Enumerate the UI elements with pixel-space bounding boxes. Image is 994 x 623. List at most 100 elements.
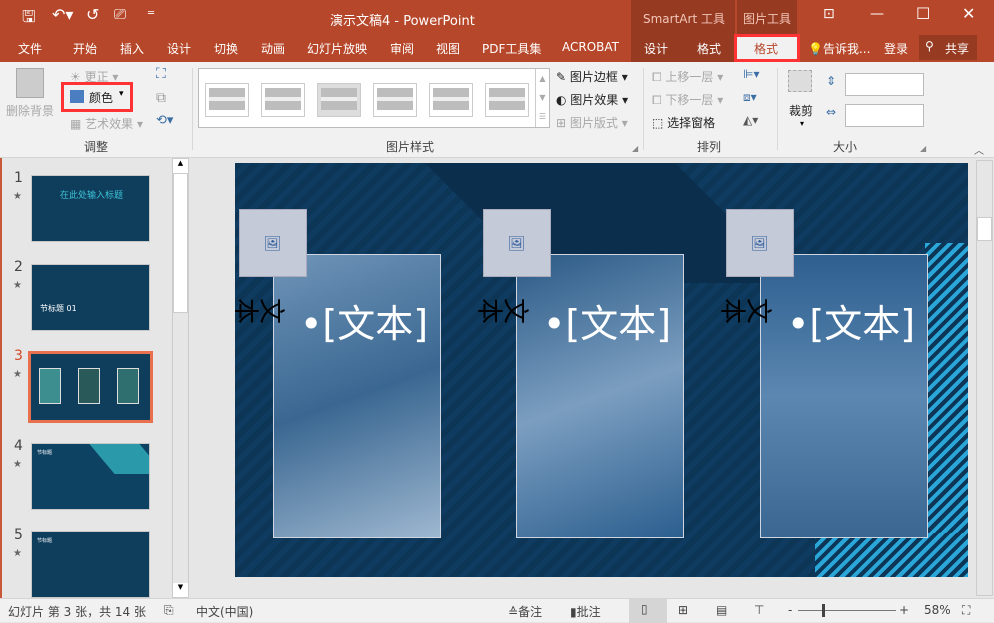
zoom-slider-thumb[interactable] [822,604,825,617]
slide-sorter-icon[interactable]: ⊞ [678,603,688,617]
slide-thumbnail-3[interactable] [28,351,153,423]
picture-styles-group-label: 图片样式 [386,140,435,154]
login-link[interactable]: 登录 [884,40,908,57]
slide-scrollbar[interactable] [976,160,993,596]
slide-thumbnail-1[interactable]: 在此处输入标题 [31,175,150,242]
style-option[interactable] [485,83,529,117]
icon-placeholder[interactable]: 🖼 [726,209,794,277]
reading-view-icon[interactable]: ▤ [716,603,727,617]
language-indicator[interactable]: 中文(中国) [196,603,253,620]
tab-animations[interactable]: 动画 [261,40,285,57]
maximize-icon[interactable]: ☐ [916,4,930,23]
artistic-effects-button[interactable]: ▦ 艺术效果 ▾ [70,115,143,132]
dialog-launcher-icon[interactable]: ◢ [632,144,638,153]
crop-button[interactable]: 裁剪 [789,102,813,119]
icon-placeholder[interactable]: 🖼 [239,209,307,277]
tab-acrobat[interactable]: ACROBAT [562,40,619,54]
vertical-text[interactable]: 文本 [478,291,530,328]
tab-file[interactable]: 文件 [18,40,42,57]
picture-placeholder[interactable]: •[文本] [760,254,928,538]
minimize-icon[interactable]: — [870,6,884,22]
ribbon-display-icon[interactable]: ⊡ [823,6,835,22]
spellcheck-icon[interactable]: ⎘ [164,603,174,618]
zoom-level[interactable]: 58% [924,603,951,617]
style-option[interactable] [261,83,305,117]
tab-picture-format[interactable]: 格式 [734,34,800,62]
change-picture-icon[interactable]: ⧉ [156,90,166,106]
text-placeholder[interactable]: •[文本] [300,293,428,348]
undo-icon[interactable]: ↶▾ [52,5,73,24]
collapse-ribbon-icon[interactable]: ︿ [974,142,984,157]
picture-icon: 🖼 [263,236,282,253]
tab-smartart-design[interactable]: 设计 [644,40,668,57]
selection-pane-button[interactable]: ⬚ 选择窗格 [652,114,715,131]
color-button[interactable]: 颜色 ▾ [61,82,133,112]
send-backward-button[interactable]: ⧠ 下移一层 ▾ [652,91,723,108]
tab-smartart-format[interactable]: 格式 [697,40,721,57]
vertical-text[interactable]: 文本 [235,291,286,328]
tab-review[interactable]: 审阅 [390,40,414,57]
slide-number: 2 [14,259,23,275]
scroll-down-icon[interactable]: ▼ [173,583,188,597]
save-icon[interactable]: 🖫 [22,6,36,33]
redo-icon[interactable]: ↺ [86,5,99,24]
tab-design[interactable]: 设计 [167,40,191,57]
slide-thumbnail-2[interactable]: 节标题 01 [31,264,150,331]
picture-effects-button[interactable]: ◐ 图片效果 ▾ [556,91,628,108]
style-option[interactable] [429,83,473,117]
scroll-thumb[interactable] [173,173,188,313]
size-dialog-launcher-icon[interactable]: ◢ [920,144,926,153]
remove-background-button[interactable]: 删除背景 [6,102,54,119]
style-option[interactable] [373,83,417,117]
style-option[interactable] [205,83,249,117]
align-icon[interactable]: ⊫▾ [743,67,759,81]
picture-placeholder[interactable]: •[文本] [273,254,441,538]
height-input[interactable] [845,73,924,96]
tell-me-search[interactable]: 💡告诉我... [808,40,870,57]
comments-button[interactable]: ▮批注 [570,603,601,620]
scroll-up-icon[interactable]: ▲ [173,159,188,173]
present-icon[interactable]: ⎚ [114,5,126,23]
icon-placeholder[interactable]: 🖼 [483,209,551,277]
size-group-label: 大小 [833,140,858,154]
tab-pdf-tools[interactable]: PDF工具集 [482,40,541,57]
reset-picture-icon[interactable]: ⟲▾ [156,113,173,128]
tab-transitions[interactable]: 切换 [214,40,238,57]
gallery-scroll[interactable]: ▲ ▼ ☰ [535,69,549,127]
ribbon-tabs: 文件 开始 插入 设计 切换 动画 幻灯片放映 审阅 视图 PDF工具集 ACR… [0,34,994,62]
zoom-in-icon[interactable]: + [899,603,909,617]
zoom-slider[interactable] [798,610,896,611]
group-icon[interactable]: ⧈▾ [743,90,757,105]
slideshow-icon[interactable]: ⊤ [754,603,764,617]
height-icon: ⇕ [826,74,837,88]
scroll-thumb[interactable] [977,217,992,241]
notes-button[interactable]: ≙备注 [508,603,542,620]
share-button[interactable]: ⚲ 共享 [919,35,977,60]
zoom-out-icon[interactable]: - [788,603,792,617]
bring-forward-button[interactable]: ⧠ 上移一层 ▾ [652,68,723,85]
animation-star-icon: ★ [13,459,22,470]
picture-placeholder[interactable]: •[文本] [516,254,684,538]
slide-thumbnail-4[interactable]: 节标题 [31,443,150,510]
compress-pictures-icon[interactable]: ⛶ [156,66,166,82]
customize-icon[interactable]: ═ [148,8,154,19]
close-icon[interactable]: ✕ [962,4,975,23]
tab-insert[interactable]: 插入 [120,40,144,57]
normal-view-button[interactable]: ▯ [629,599,667,623]
tab-slideshow[interactable]: 幻灯片放映 [307,40,367,57]
thumbnail-scrollbar[interactable]: ▲ ▼ [172,158,189,598]
slide-thumbnail-5[interactable]: 节标题 [31,531,150,598]
picture-styles-gallery[interactable]: ▲ ▼ ☰ [198,68,550,128]
tab-view[interactable]: 视图 [436,40,460,57]
fit-to-window-icon[interactable]: ⛶ [962,603,970,618]
slide-canvas[interactable]: •[文本] •[文本] •[文本] 🖼 🖼 🖼 文本 文本 文本 [235,163,968,577]
picture-layout-button[interactable]: ⊞ 图片版式 ▾ [556,114,628,131]
rotate-icon[interactable]: ◭▾ [743,113,758,127]
style-option[interactable] [317,83,361,117]
width-input[interactable] [845,104,924,127]
text-placeholder[interactable]: •[文本] [543,293,671,348]
tab-home[interactable]: 开始 [73,40,97,57]
picture-border-button[interactable]: ✎ 图片边框 ▾ [556,68,628,85]
vertical-text[interactable]: 文本 [721,291,773,328]
text-placeholder[interactable]: •[文本] [787,293,915,348]
